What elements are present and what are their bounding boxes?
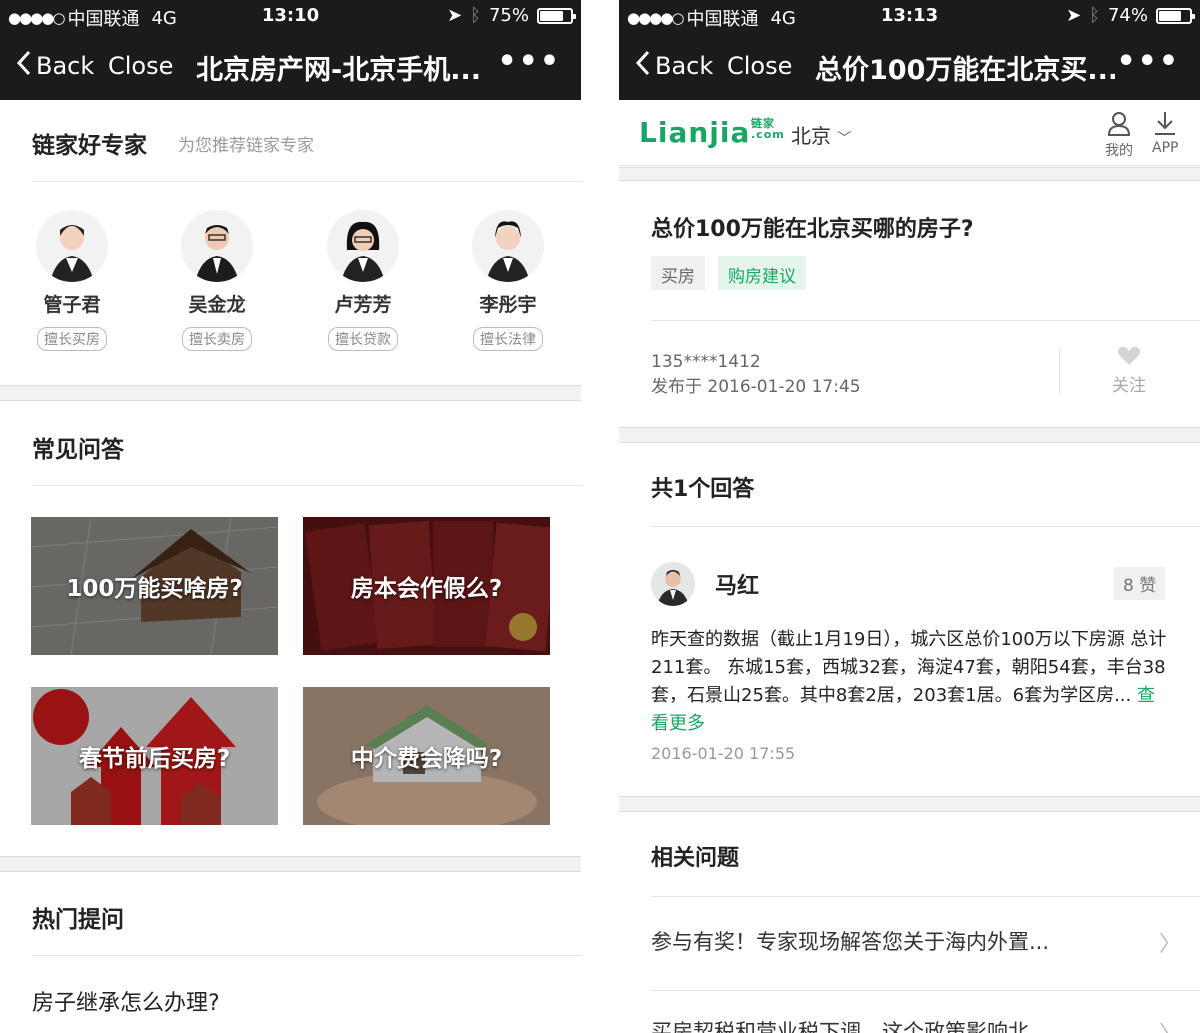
expert-name: 管子君 [43, 294, 101, 316]
page-title: 总价100万能在北京买... [815, 55, 1115, 86]
nav-bar: Back Close 总价100万能在北京买... ••• [619, 34, 1200, 100]
back-label: Back [655, 52, 714, 80]
answer-body: 昨天查的数据（截止1月19日），城六区总价100万以下房源 总计211套。 东城… [651, 626, 1171, 738]
question-title: 总价100万能在北京买哪的房子? [651, 217, 974, 242]
expert-name: 卢芳芳 [334, 294, 392, 316]
expert-name: 李彤宇 [479, 294, 537, 316]
close-button[interactable]: Close [727, 52, 792, 80]
expert-tag: 擅长贷款 [328, 327, 398, 351]
posted-time: 发布于 2016-01-20 17:45 [651, 377, 861, 397]
related-question-item[interactable]: 买房契税和营业税下调，这个政策影响北... [651, 1016, 1171, 1033]
battery-fill [540, 10, 563, 21]
hot-questions-title: 热门提问 [32, 907, 124, 933]
faq-tile[interactable]: 春节前后买房? [31, 687, 278, 825]
expert-card[interactable]: 李彤宇 擅长法律 [458, 210, 558, 351]
faq-tile[interactable]: 100万能买啥房? [31, 517, 278, 655]
answer-author-avatar[interactable] [651, 562, 695, 606]
bluetooth-icon: ᛒ [470, 5, 481, 26]
follow-label: 关注 [1112, 376, 1146, 396]
back-label: Back [36, 52, 95, 80]
chevron-down-icon: ﹀ [837, 131, 852, 147]
battery-percent: 75% [488, 5, 529, 26]
user-icon [1107, 112, 1131, 136]
battery-icon [537, 7, 576, 24]
status-bar: ●●●●○ 中国联通 4G 13:13 ➤ ᛒ 74% [619, 0, 1200, 34]
lianjia-logo[interactable]: Lianjia 链家 .com [639, 116, 784, 149]
expert-tag: 擅长卖房 [182, 327, 252, 351]
faq-tile[interactable]: 中介费会降吗? [303, 687, 550, 825]
like-button[interactable]: 8 赞 [1114, 567, 1166, 600]
download-icon [1155, 112, 1176, 135]
battery-icon [1156, 7, 1195, 24]
expert-avatar [327, 210, 399, 282]
chevron-left-icon [635, 50, 651, 82]
my-account-label: 我的 [1105, 143, 1133, 159]
left-phone-screen: ●●●●○ 中国联通 4G 13:10 ➤ ᛒ 75% Back Close 北… [0, 0, 581, 1033]
more-menu-button[interactable]: ••• [1116, 44, 1180, 79]
experts-subtitle: 为您推荐链家专家 [178, 136, 314, 156]
answer-time: 2016-01-20 17:55 [651, 744, 796, 763]
follow-button[interactable]: 关注 [1099, 346, 1159, 396]
expert-card[interactable]: 卢芳芳 擅长贷款 [313, 210, 413, 351]
asker-id: 135****1412 [651, 352, 761, 372]
city-selector[interactable]: 北京 ﹀ [791, 120, 851, 149]
city-name: 北京 [791, 124, 831, 148]
faq-title: 常见问答 [32, 437, 124, 463]
lianjia-header: Lianjia 链家 .com 北京 ﹀ 我的 APP [619, 100, 1200, 166]
right-phone-screen: ●●●●○ 中国联通 4G 13:13 ➤ ᛒ 74% Back Close 总… [619, 0, 1200, 1033]
answer-text: 昨天查的数据（截止1月19日），城六区总价100万以下房源 总计211套。 东城… [651, 629, 1167, 706]
expert-avatar [36, 210, 108, 282]
question-tag[interactable]: 购房建议 [718, 256, 806, 290]
faq-tile-text: 100万能买啥房? [66, 576, 243, 602]
faq-tile-text: 中介费会降吗? [350, 746, 503, 772]
expert-card[interactable]: 管子君 擅长买房 [22, 210, 122, 351]
location-arrow-icon: ➤ [1066, 5, 1082, 26]
heart-icon [1118, 346, 1140, 365]
back-button[interactable]: Back [635, 50, 713, 82]
related-question-item[interactable]: 参与有奖！专家现场解答您关于海内外置... [651, 926, 1171, 956]
expert-card[interactable]: 吴金龙 擅长卖房 [167, 210, 267, 351]
bluetooth-icon: ᛒ [1089, 5, 1100, 26]
close-button[interactable]: Close [108, 52, 173, 80]
chevron-left-icon [16, 50, 32, 82]
faq-tile[interactable]: 房本会作假么? [303, 517, 550, 655]
expert-name: 吴金龙 [188, 294, 246, 316]
chevron-right-icon: 〉 [1159, 932, 1182, 957]
answer-author-name: 马红 [715, 574, 760, 599]
more-menu-button[interactable]: ••• [497, 44, 561, 79]
expert-tag: 擅长买房 [37, 327, 107, 351]
faq-tile-text: 房本会作假么? [350, 576, 503, 602]
hot-question-item[interactable]: 房子继承怎么办理? [32, 985, 220, 1017]
page-title: 北京房产网-北京手机... [196, 55, 481, 86]
expert-tag: 擅长法律 [473, 327, 543, 351]
chevron-right-icon: 〉 [1159, 1016, 1181, 1033]
faq-tile-text: 春节前后买房? [78, 746, 231, 772]
logo-domain: .com [751, 128, 785, 141]
app-download-button[interactable]: APP [1152, 110, 1178, 156]
back-button[interactable]: Back [16, 50, 94, 82]
expert-avatar [472, 210, 544, 282]
nav-bar: Back Close 北京房产网-北京手机... ••• [0, 34, 581, 100]
question-tag[interactable]: 买房 [651, 256, 705, 290]
my-account-button[interactable]: 我的 [1105, 110, 1133, 160]
battery-percent: 74% [1107, 5, 1148, 26]
related-questions-title: 相关问题 [651, 846, 740, 871]
location-arrow-icon: ➤ [447, 5, 463, 26]
answer-count-title: 共1个回答 [651, 477, 755, 502]
app-label: APP [1152, 140, 1179, 156]
experts-title: 链家好专家 [32, 133, 147, 159]
expert-avatar [181, 210, 253, 282]
status-bar: ●●●●○ 中国联通 4G 13:10 ➤ ᛒ 75% [0, 0, 581, 34]
battery-fill [1159, 10, 1181, 21]
